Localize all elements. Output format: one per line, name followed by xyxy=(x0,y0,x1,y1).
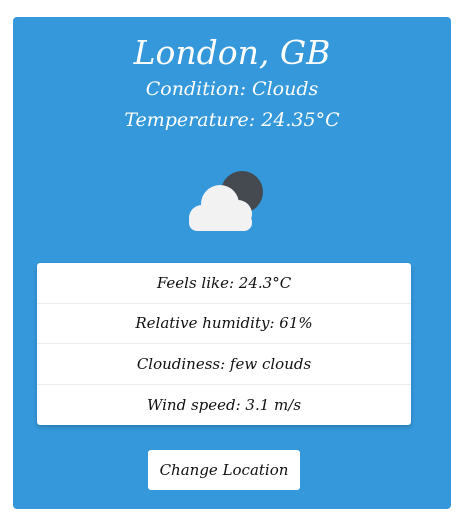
details-panel: Feels like: 24.3°C Relative humidity: 61… xyxy=(37,263,411,425)
cloudiness-row: Cloudiness: few clouds xyxy=(37,344,411,385)
weather-card: London, GB Condition: Clouds Temperature… xyxy=(13,17,451,509)
cloud-moon-icon xyxy=(189,171,263,231)
change-location-button[interactable]: Change Location xyxy=(148,450,300,490)
location-title: London, GB xyxy=(133,33,331,72)
humidity-row: Relative humidity: 61% xyxy=(37,304,411,344)
condition-text: Condition: Clouds xyxy=(145,78,319,100)
wind-speed-row: Wind speed: 3.1 m/s xyxy=(146,395,302,414)
feels-like-row: Feels like: 24.3°C xyxy=(37,263,411,304)
temperature-text: Temperature: 24.35°C xyxy=(124,109,340,131)
